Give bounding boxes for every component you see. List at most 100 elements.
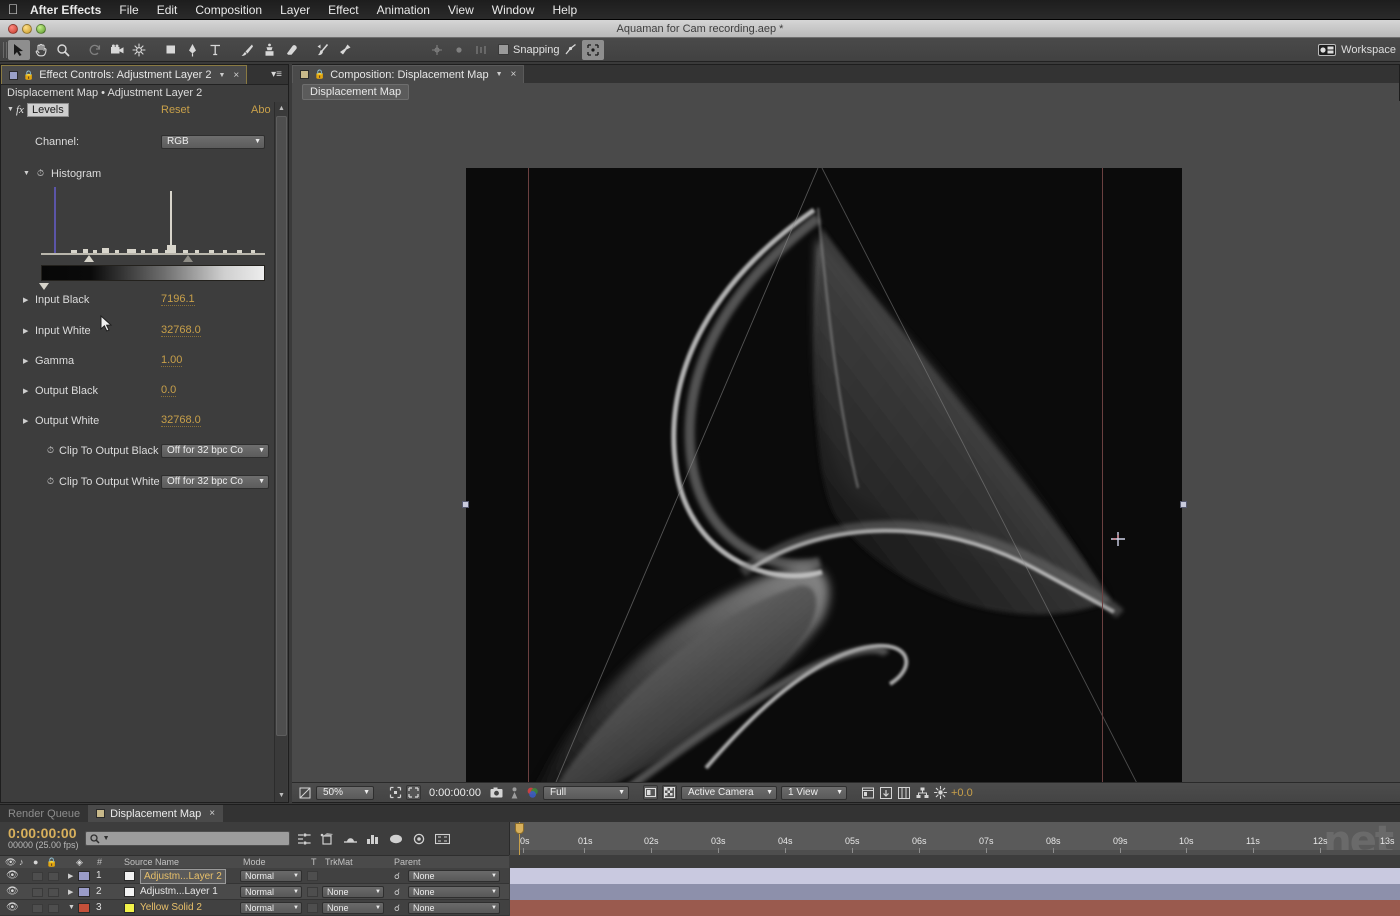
resolution-dropdown[interactable]: Full ▼ xyxy=(543,785,629,800)
rotation-tool-icon[interactable] xyxy=(84,40,106,60)
chevron-down-icon[interactable]: ▼ xyxy=(496,71,503,78)
histogram-graph[interactable] xyxy=(41,187,265,255)
layer-solo-box[interactable] xyxy=(32,872,43,881)
tab-render-queue[interactable]: Render Queue xyxy=(0,805,88,822)
layer-preserve-transparency-box[interactable] xyxy=(307,871,318,881)
menu-item-effect[interactable]: Effect xyxy=(319,0,367,20)
chevron-down-icon[interactable]: ▼ xyxy=(218,72,225,79)
about-link[interactable]: Abo xyxy=(251,104,271,116)
apple-logo-icon[interactable]:  xyxy=(0,2,26,18)
composition-canvas[interactable] xyxy=(466,168,1182,783)
timeline-current-time[interactable]: 0:00:00:00 00000 (25.00 fps) xyxy=(8,826,79,850)
parent-pickwhip-icon[interactable]: ☌ xyxy=(394,871,400,882)
align-center-icon[interactable] xyxy=(448,40,470,60)
input-black-slider[interactable] xyxy=(84,255,94,262)
stopwatch-icon[interactable]: ⏱ xyxy=(47,476,54,487)
views-dropdown[interactable]: 1 View ▼ xyxy=(781,785,847,800)
layer-label-color[interactable] xyxy=(78,871,90,881)
twirl-right-icon[interactable]: ▶ xyxy=(23,357,28,365)
snap-target-icon[interactable] xyxy=(581,39,604,60)
param-input-white-value[interactable]: 32768.0 xyxy=(161,324,201,337)
param-input-black-value[interactable]: 7196.1 xyxy=(161,293,195,306)
layer-trkmat-dropdown[interactable]: None ▼ xyxy=(322,902,384,914)
layer-duration-bar[interactable] xyxy=(510,884,1400,900)
scrollbar-thumb[interactable] xyxy=(276,116,287,736)
pen-tool-icon[interactable] xyxy=(182,40,204,60)
show-channel-icon[interactable] xyxy=(525,786,539,800)
menu-item-file[interactable]: File xyxy=(110,0,147,20)
layer-trkmat-dropdown[interactable]: None ▼ xyxy=(322,886,384,898)
selection-handle-left[interactable] xyxy=(462,501,469,508)
tab-effect-controls[interactable]: 🔒 Effect Controls: Adjustment Layer 2 ▼ … xyxy=(1,65,248,84)
close-icon[interactable]: × xyxy=(511,69,517,80)
layer-duration-bar[interactable] xyxy=(510,868,1400,884)
channel-dropdown[interactable]: RGB ▼ xyxy=(161,134,265,149)
fast-previews-icon[interactable] xyxy=(879,786,893,800)
puppet-pin-tool-icon[interactable] xyxy=(334,40,356,60)
pixel-aspect-correction-icon[interactable] xyxy=(861,786,875,800)
selection-handle-right[interactable] xyxy=(1180,501,1187,508)
twirl-right-icon[interactable]: ▶ xyxy=(23,387,28,395)
comp-flowchart-icon[interactable] xyxy=(915,786,929,800)
effect-controls-scrollbar[interactable]: ▲ ▼ xyxy=(274,102,287,802)
twirl-right-icon[interactable]: ▶ xyxy=(23,417,28,425)
selection-tool-icon[interactable] xyxy=(8,39,30,60)
breadcrumb-displacement-map[interactable]: Displacement Map xyxy=(302,84,410,100)
menu-item-after-effects[interactable]: After Effects xyxy=(26,0,110,20)
layer-visibility-icon[interactable]: 👁 xyxy=(6,902,19,913)
clone-stamp-tool-icon[interactable] xyxy=(258,40,280,60)
lock-icon[interactable]: 🔒 xyxy=(314,69,325,80)
reset-link[interactable]: Reset xyxy=(161,104,190,116)
workspace-selector[interactable]: Workspace xyxy=(1318,38,1396,62)
layer-solo-box[interactable] xyxy=(32,904,43,913)
scroll-up-icon[interactable]: ▲ xyxy=(275,102,288,115)
layer-lock-box[interactable] xyxy=(48,904,59,913)
menu-item-help[interactable]: Help xyxy=(543,0,586,20)
output-black-slider[interactable] xyxy=(39,283,49,290)
twirl-right-icon[interactable]: ▶ xyxy=(23,327,28,335)
parent-pickwhip-icon[interactable]: ☌ xyxy=(394,887,400,898)
brainstorm-icon[interactable] xyxy=(388,831,405,846)
tab-displacement-map[interactable]: Displacement Map × xyxy=(88,805,224,822)
hand-tool-icon[interactable] xyxy=(30,40,52,60)
close-icon[interactable]: × xyxy=(209,808,215,819)
clip-output-white-dropdown[interactable]: Off for 32 bpc Co ▼ xyxy=(161,474,269,489)
layer-solo-box[interactable] xyxy=(32,888,43,897)
camera-dropdown[interactable]: Active Camera ▼ xyxy=(681,785,777,800)
zoom-tool-icon[interactable] xyxy=(52,40,74,60)
layer-visibility-icon[interactable]: 👁 xyxy=(6,870,19,881)
roto-brush-tool-icon[interactable] xyxy=(312,40,334,60)
region-of-interest-icon[interactable] xyxy=(406,785,421,800)
camera-tool-icon[interactable] xyxy=(106,40,128,60)
layer-label-color[interactable] xyxy=(78,887,90,897)
snapping-checkbox[interactable] xyxy=(498,44,509,55)
menu-item-window[interactable]: Window xyxy=(483,0,544,20)
exposure-value[interactable]: +0.0 xyxy=(951,787,973,799)
lock-icon[interactable]: 🔒 xyxy=(23,70,34,81)
tab-composition[interactable]: 🔒 Composition: Displacement Map ▼ × xyxy=(292,65,525,83)
twirl-down-icon[interactable]: ▼ xyxy=(23,170,30,177)
parent-pickwhip-icon[interactable]: ☌ xyxy=(394,903,400,914)
transparency-grid-icon[interactable] xyxy=(662,785,677,800)
panel-menu-icon[interactable]: ▾≡ xyxy=(265,65,288,84)
twirl-right-icon[interactable]: ▶ xyxy=(23,296,28,304)
toggle-switches-modes-icon[interactable] xyxy=(434,831,451,846)
align-grid-icon[interactable] xyxy=(470,40,492,60)
layer-preserve-transparency-box[interactable] xyxy=(307,887,318,897)
twirl-right-icon[interactable]: ▶ xyxy=(68,888,73,896)
layer-source-name[interactable]: Yellow Solid 2 xyxy=(140,900,202,916)
layer-source-name[interactable]: Adjustm...Layer 1 xyxy=(140,884,218,900)
type-tool-icon[interactable] xyxy=(204,40,226,60)
histogram-widget[interactable] xyxy=(39,187,265,290)
twirl-down-icon[interactable]: ▼ xyxy=(68,904,75,911)
table-row[interactable]: 👁 ▼ 3 Yellow Solid 2 Normal ▼ None ▼ ☌ N… xyxy=(0,900,1400,916)
stopwatch-icon[interactable]: ⏱ xyxy=(47,445,54,456)
table-row[interactable]: 👁 ▶ 1 Adjustm...Layer 2 Normal ▼ ☌ None … xyxy=(0,868,1400,884)
layer-parent-dropdown[interactable]: None ▼ xyxy=(408,870,500,882)
param-output-black-value[interactable]: 0.0 xyxy=(161,384,177,397)
timeline-ruler[interactable]: net 0s 01s 02s 03s 04s 05s 06s 07s 08s 0… xyxy=(509,822,1400,855)
anchor-align-icon[interactable] xyxy=(426,40,448,60)
chevron-down-icon[interactable]: ▼ xyxy=(103,835,110,842)
anchor-point-icon[interactable] xyxy=(1110,531,1126,547)
effect-name-levels[interactable]: Levels xyxy=(26,102,69,117)
